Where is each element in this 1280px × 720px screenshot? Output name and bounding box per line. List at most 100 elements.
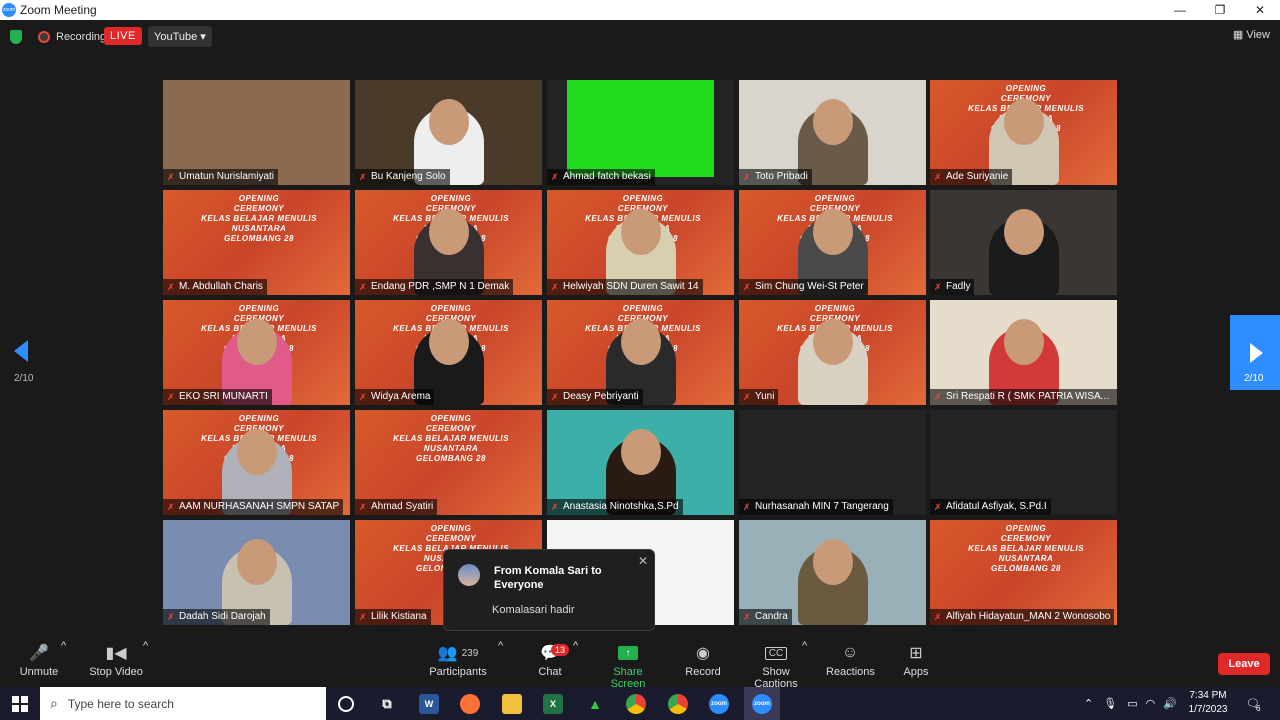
mic-muted-icon: ✗ <box>551 502 559 512</box>
cortana-icon[interactable] <box>338 696 354 712</box>
unmute-button[interactable]: 🎤 Unmute <box>18 640 60 687</box>
participant-tile[interactable]: OPENINGCEREMONYKELAS BELAJAR MENULISNUSA… <box>355 300 542 405</box>
chat-options-caret[interactable]: ^ <box>573 640 578 687</box>
stop-video-button[interactable]: ▮◀ Stop Video <box>86 640 146 687</box>
participant-face <box>428 319 469 365</box>
apps-button[interactable]: ⊞ Apps <box>902 640 930 687</box>
poster-text: OPENINGCEREMONYKELAS BELAJAR MENULISNUSA… <box>201 194 317 243</box>
participant-face <box>428 99 469 145</box>
captions-options-caret[interactable]: ^ <box>802 640 807 687</box>
battery-icon[interactable]: ▭ <box>1127 697 1137 710</box>
participant-tile[interactable]: OPENINGCEREMONYKELAS BELAJAR MENULISNUSA… <box>355 410 542 515</box>
unmute-label: Unmute <box>19 666 59 678</box>
participant-tile[interactable]: Toto Pribadi ✗ <box>739 80 926 185</box>
participant-tile[interactable]: Nurhasanah MIN 7 Tangerang ✗ <box>739 410 926 515</box>
wifi-icon[interactable]: ◠ <box>1146 697 1156 710</box>
participant-tile[interactable]: OPENINGCEREMONYKELAS BELAJAR MENULISNUSA… <box>163 190 350 295</box>
window-title: Zoom Meeting <box>20 3 97 17</box>
participant-tile[interactable]: OPENINGCEREMONYKELAS BELAJAR MENULISNUSA… <box>355 190 542 295</box>
microphone-tray-icon[interactable]: 🎙 <box>1103 697 1117 710</box>
zoom-meeting-taskbar-item[interactable]: zoom <box>744 687 780 720</box>
mic-muted-icon: ✗ <box>167 282 175 292</box>
excel-app-icon[interactable]: X <box>543 694 563 714</box>
participant-name: AAM NURHASANAH SMPN SATAP <box>163 499 344 515</box>
chat-unread-badge: 13 <box>551 644 570 656</box>
zoom-app-icon: zoom <box>2 3 16 17</box>
recording-label[interactable]: Recording <box>56 31 106 43</box>
bluestacks-app-icon[interactable]: ▲ <box>585 694 605 714</box>
participant-tile[interactable]: OPENINGCEREMONYKELAS BELAJAR MENULISNUSA… <box>547 190 734 295</box>
participant-tile[interactable]: Bu Kanjeng Solo ✗ <box>355 80 542 185</box>
chat-label: Chat <box>538 666 562 678</box>
task-view-icon[interactable]: ⧉ <box>377 694 397 714</box>
participant-name: M. Abdullah Charis <box>163 279 267 295</box>
file-explorer-icon[interactable] <box>502 694 522 714</box>
windows-start-icon[interactable] <box>12 696 28 712</box>
participant-name: Afidatul Asfiyak, S.Pd.I <box>930 499 1051 515</box>
participant-tile[interactable]: OPENINGCEREMONYKELAS BELAJAR MENULISNUSA… <box>163 300 350 405</box>
live-badge[interactable]: LIVE <box>104 27 142 45</box>
zoom-taskbar-icon[interactable]: zoom <box>709 694 729 714</box>
record-icon: ◉ <box>696 645 710 662</box>
participant-face <box>1003 99 1044 145</box>
word-app-icon[interactable]: W <box>419 694 439 714</box>
recording-icon[interactable] <box>38 31 50 43</box>
participant-tile[interactable]: OPENINGCEREMONYKELAS BELAJAR MENULISNUSA… <box>547 300 734 405</box>
participants-options-caret[interactable]: ^ <box>498 640 503 687</box>
participant-face <box>812 209 853 255</box>
audio-options-caret[interactable]: ^ <box>61 640 66 687</box>
participant-tile[interactable]: OPENINGCEREMONYKELAS BELAJAR MENULISNUSA… <box>930 520 1117 625</box>
video-grid: Umatun Nurislamiyati ✗ Bu Kanjeng Solo ✗ Ahm… <box>163 80 1118 626</box>
minimize-button[interactable]: — <box>1160 0 1200 20</box>
participant-tile[interactable]: OPENINGCEREMONYKELAS BELAJAR MENULISNUSA… <box>739 190 926 295</box>
participant-name: Ahmad fatch bekasi <box>547 169 655 185</box>
chat-notification[interactable]: From Komala Sari to Everyone Komalasari … <box>443 549 655 631</box>
participant-tile[interactable]: Dadah Sidi Darojah ✗ <box>163 520 350 625</box>
participant-face <box>236 319 277 365</box>
security-shield-icon[interactable] <box>10 30 22 44</box>
maximize-button[interactable]: ❐ <box>1200 0 1240 20</box>
close-icon[interactable]: ✕ <box>638 554 648 568</box>
avatar <box>458 564 480 586</box>
firefox-app-icon[interactable] <box>460 694 480 714</box>
participant-tile[interactable]: Ahmad fatch bekasi ✗ <box>547 80 734 185</box>
reactions-button[interactable]: ☺ Reactions <box>826 640 875 687</box>
participant-tile[interactable]: Afidatul Asfiyak, S.Pd.I ✗ <box>930 410 1117 515</box>
poster-text: OPENINGCEREMONYKELAS BELAJAR MENULISNUSA… <box>393 414 509 463</box>
participant-tile[interactable]: OPENINGCEREMONYKELAS BELAJAR MENULISNUSA… <box>739 300 926 405</box>
taskbar-clock[interactable]: 7:34 PM 1/7/2023 <box>1186 689 1230 717</box>
mic-muted-icon: ✗ <box>551 282 559 292</box>
leave-button[interactable]: Leave <box>1218 653 1270 675</box>
close-window-button[interactable]: ✕ <box>1240 0 1280 20</box>
taskbar-search-box[interactable]: ⌕ Type here to search <box>40 687 326 720</box>
participant-tile[interactable]: OPENINGCEREMONYKELAS BELAJAR MENULISNUSA… <box>930 80 1117 185</box>
next-page-button[interactable]: 2/10 <box>1230 315 1280 390</box>
participant-tile[interactable]: Sri Respati R ( SMK PATRIA WISATA ) ✗ <box>930 300 1117 405</box>
participants-button[interactable]: 👥 239 Participants <box>428 640 488 687</box>
record-button[interactable]: ◉ Record <box>684 640 722 687</box>
mic-muted-icon: ✗ <box>551 172 559 182</box>
participant-name: Sri Respati R ( SMK PATRIA WISATA ) <box>930 389 1117 405</box>
participant-tile[interactable]: Candra ✗ <box>739 520 926 625</box>
view-button[interactable]: ▦ View <box>1233 28 1270 41</box>
clock-date: 1/7/2023 <box>1188 704 1228 715</box>
mic-muted-icon: ✗ <box>359 282 367 292</box>
mic-muted-icon: ✗ <box>167 392 175 402</box>
chrome-app-icon-2[interactable] <box>668 694 688 714</box>
video-options-caret[interactable]: ^ <box>143 640 148 687</box>
stream-dropdown[interactable]: YouTube ▾ <box>148 26 212 47</box>
previous-page-button[interactable] <box>14 340 34 364</box>
participant-tile[interactable]: Fadly ✗ <box>930 190 1117 295</box>
participant-face <box>236 429 277 475</box>
mic-muted-icon: ✗ <box>743 282 751 292</box>
apps-icon: ⊞ <box>909 645 923 662</box>
search-icon: ⌕ <box>50 695 58 711</box>
participant-tile[interactable]: OPENINGCEREMONYKELAS BELAJAR MENULISNUSA… <box>163 410 350 515</box>
share-screen-button[interactable]: ↑ Share Screen <box>596 640 660 690</box>
participant-tile[interactable]: Umatun Nurislamiyati ✗ <box>163 80 350 185</box>
chrome-app-icon[interactable] <box>626 694 646 714</box>
participant-tile[interactable]: Anastasia Ninotshka,S.Pd ✗ <box>547 410 734 515</box>
volume-icon[interactable]: 🔊 <box>1163 697 1177 710</box>
notifications-button[interactable]: 🗨 6 <box>1246 687 1260 720</box>
chevron-up-icon[interactable]: ⌃ <box>1084 697 1093 710</box>
